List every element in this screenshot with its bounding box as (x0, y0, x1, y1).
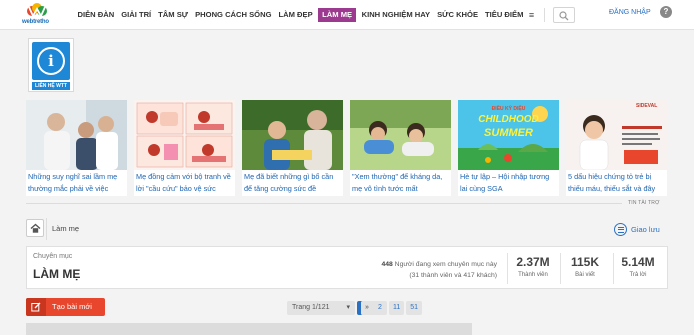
category-title: LÀM MẸ (33, 267, 81, 281)
home-icon (30, 223, 41, 233)
article-thumbnail[interactable]: ĐIỀU KỲ DIỆU CHILDHOOD SUMMER (458, 100, 559, 170)
viewers-text: Người đang xem chuyên mục này (392, 261, 497, 268)
category-panel: Chuyên mục LÀM MẸ 448 Người đang xem chu… (26, 246, 668, 289)
pagination: Trang 1/121 1 2 11 51 » » (287, 301, 424, 315)
article-thumbnail[interactable] (26, 100, 127, 170)
nav-item-tieu-diem[interactable]: TIÊU ĐIỂM (482, 8, 527, 22)
article-card[interactable]: Những suy nghĩ sai lầm mẹ thường mắc phả… (26, 100, 127, 196)
nav-item-lam-dep[interactable]: LÀM ĐẸP (275, 8, 316, 22)
new-post-label: Tạo bài mới (52, 302, 92, 311)
page-select[interactable]: Trang 1/121 (287, 301, 355, 315)
article-card[interactable]: Mẹ đồng cảm với bộ tranh về lời "cầu cứu… (134, 100, 235, 196)
search-icon (559, 11, 569, 21)
article-title[interactable]: 5 dấu hiệu chứng tỏ trẻ bị thiếu máu, th… (566, 170, 667, 195)
stat-value: 2.37M (516, 255, 550, 269)
hamburger-icon[interactable]: ≡ (529, 10, 534, 20)
help-icon[interactable]: ? (660, 6, 672, 18)
category-subtitle: Chuyên mục (33, 253, 73, 260)
thread-list-header (26, 323, 472, 335)
nav-item-lam-me[interactable]: LÀM MẸ (318, 8, 357, 22)
guide-label: Giao lưu (631, 224, 660, 234)
nav-item-suc-khoe[interactable]: SỨC KHỎE (434, 8, 482, 22)
guide-link[interactable]: Giao lưu (614, 222, 660, 236)
top-navbar: webtretho DIỄN ĐÀN GIẢI TRÍ TÂM SỰ PHONG… (0, 0, 694, 30)
page-link[interactable]: 2 (373, 301, 387, 315)
nav-divider (544, 8, 546, 22)
nav-item-phong-cach-song[interactable]: PHONG CÁCH SỐNG (192, 8, 275, 22)
viewers-detail: (31 thành viên và 417 khách) (409, 272, 497, 279)
page-link[interactable]: 11 (389, 301, 405, 315)
stat-label: Thành viên (518, 272, 548, 278)
article-card[interactable]: "Xem thường" để kháng da, mẹ vô tình tướ… (350, 100, 451, 196)
sponsor-divider (26, 203, 622, 204)
article-thumbnail[interactable] (350, 100, 451, 170)
sponsor-label: TIN TÀI TRỢ (628, 200, 660, 206)
article-thumbnail[interactable]: SIDEVAL (566, 100, 667, 170)
contact-badge[interactable]: i LIÊN HỆ WTT (28, 38, 74, 92)
breadcrumb: Làm mẹ Giao lưu (26, 218, 668, 240)
sponsored-articles: Những suy nghĩ sai lầm mẹ thường mắc phả… (26, 100, 668, 196)
stat-replies: 5.14M Trả lời (613, 255, 663, 278)
home-button[interactable] (26, 219, 44, 237)
stat-value: 115K (570, 255, 600, 269)
logo-mark-icon (27, 3, 47, 18)
edit-icon-box (26, 298, 46, 316)
viewers-count: 448 (381, 261, 393, 268)
brand-text: SIDEVAL (636, 103, 658, 109)
breadcrumb-divider (46, 218, 47, 240)
article-thumbnail[interactable] (242, 100, 343, 170)
chat-list-icon (614, 222, 627, 236)
promo-subheading: SUMMER (484, 127, 533, 139)
article-title[interactable]: Hè tự lập – Hội nhập tương lai cùng SGA (458, 170, 559, 195)
article-title[interactable]: Mẹ đã biết những gì bổ cần để tăng cường… (242, 170, 343, 195)
viewers-info: 448 Người đang xem chuyên mục này (31 th… (381, 259, 497, 281)
promo-heading: CHILDHOOD (478, 114, 539, 125)
stat-value: 5.14M (621, 255, 655, 269)
info-icon: i (37, 47, 65, 75)
page-link[interactable]: 51 (406, 301, 423, 315)
main-nav: DIỄN ĐÀN GIẢI TRÍ TÂM SỰ PHONG CÁCH SỐNG… (74, 0, 576, 30)
article-card[interactable]: SIDEVAL 5 dấu hiệu chứng tỏ trẻ bị thiếu… (566, 100, 667, 196)
login-link[interactable]: ĐĂNG NHẬP (609, 9, 651, 16)
stat-posts: 115K Bài viết (560, 255, 610, 278)
edit-icon (31, 302, 41, 312)
logo-text: webtretho (22, 19, 49, 25)
article-card[interactable]: ĐIỀU KỲ DIỆU CHILDHOOD SUMMER Hè tự lập … (458, 100, 559, 196)
nav-item-giai-tri[interactable]: GIẢI TRÍ (118, 8, 155, 22)
article-title[interactable]: "Xem thường" để kháng da, mẹ vô tình tướ… (350, 170, 451, 195)
article-title[interactable]: Mẹ đồng cảm với bộ tranh về lời "cầu cứu… (134, 170, 235, 195)
new-post-button[interactable]: Tạo bài mới (26, 298, 105, 316)
contact-badge-label: LIÊN HỆ WTT (32, 82, 70, 90)
stat-members: 2.37M Thành viên (508, 255, 558, 278)
stat-label: Bài viết (575, 272, 595, 278)
nav-item-kinh-nghiem-hay[interactable]: KINH NGHIỆM HAY (358, 8, 434, 22)
article-card[interactable]: Mẹ đã biết những gì bổ cần để tăng cường… (242, 100, 343, 196)
nav-item-tam-su[interactable]: TÂM SỰ (155, 8, 192, 22)
info-icon-box: i (32, 42, 70, 80)
last-page-button[interactable]: » (361, 301, 375, 315)
article-title[interactable]: Những suy nghĩ sai lầm mẹ thường mắc phả… (26, 170, 127, 195)
site-logo[interactable]: webtretho (22, 2, 54, 28)
nav-item-dien-dan[interactable]: DIỄN ĐÀN (74, 8, 118, 22)
search-button[interactable] (553, 7, 576, 23)
promo-top-text: ĐIỀU KỲ DIỆU (491, 106, 526, 112)
article-thumbnail[interactable] (134, 100, 235, 170)
stat-label: Trả lời (629, 272, 647, 278)
breadcrumb-current: Làm mẹ (52, 224, 80, 233)
